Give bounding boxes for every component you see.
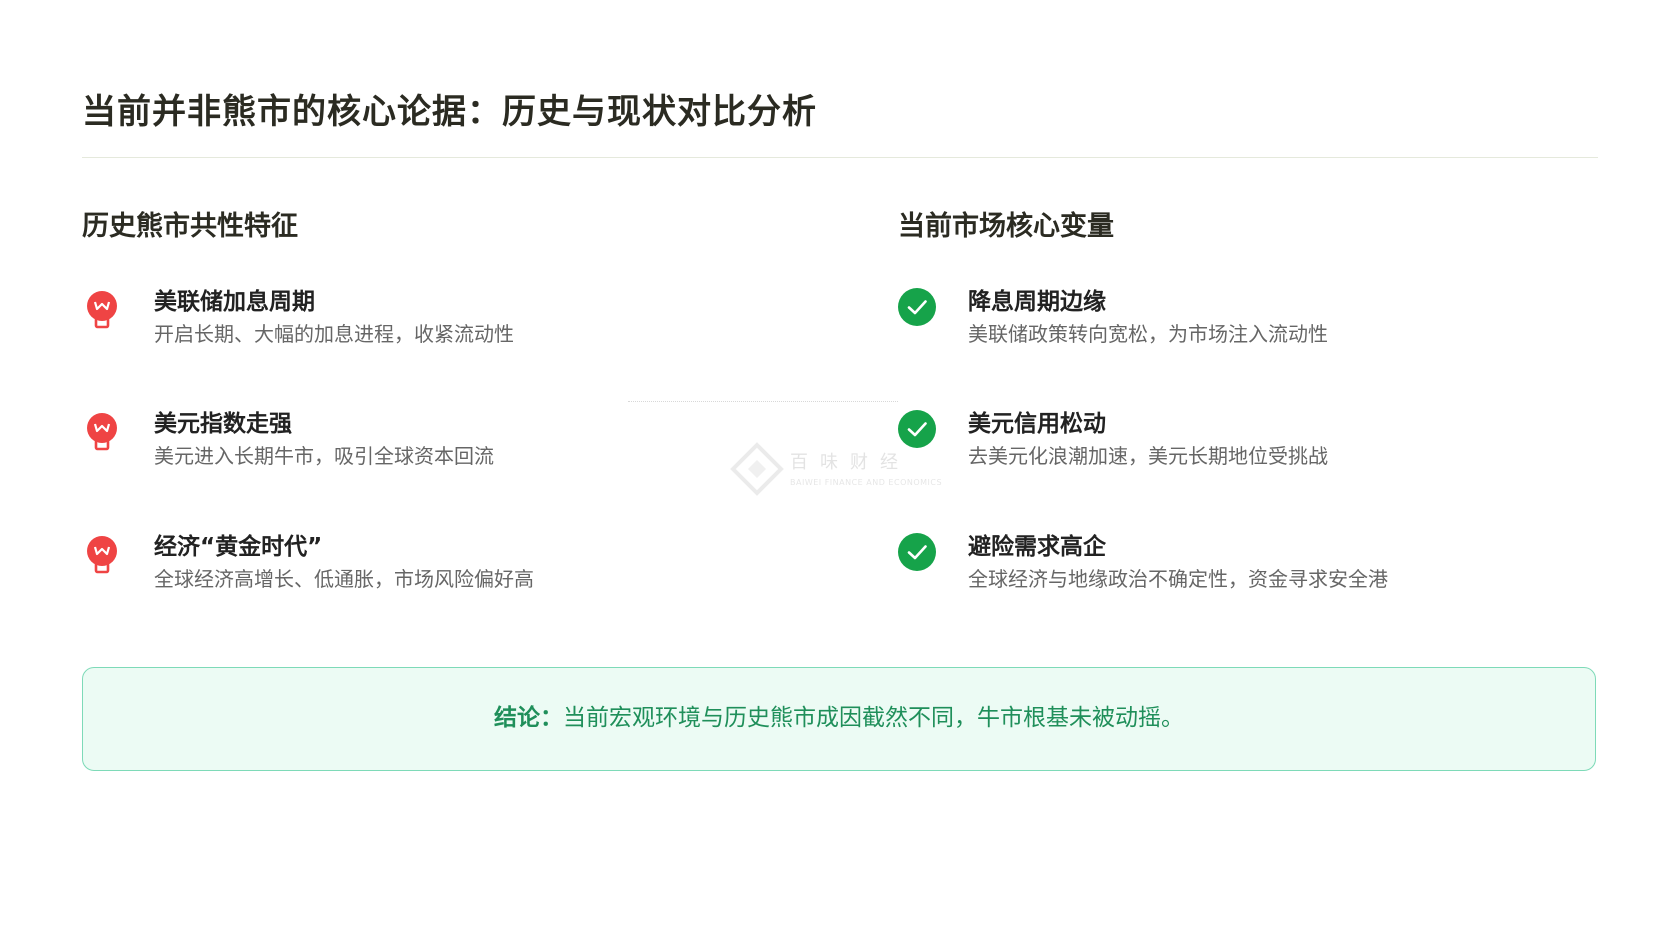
left-item-2: 美元指数走强 美元进入长期牛市，吸引全球资本回流: [84, 404, 784, 484]
watermark-logo-icon: [730, 442, 784, 496]
watermark-text: 百味财经: [790, 452, 910, 473]
right-item-2: 美元信用松动 去美元化浪潮加速，美元长期地位受挑战: [898, 404, 1598, 484]
right-item-title: 降息周期边缘: [968, 289, 1106, 315]
watermark-rule: [628, 401, 898, 402]
left-item-1: 美联储加息周期 开启长期、大幅的加息进程，收紧流动性: [84, 282, 784, 362]
left-item-desc: 美元进入长期牛市，吸引全球资本回流: [154, 444, 494, 468]
left-item-title: 经济“黄金时代”: [154, 534, 323, 560]
conclusion-label: 结论：: [494, 705, 563, 731]
left-item-title: 美联储加息周期: [154, 289, 315, 315]
alarm-icon: [84, 410, 122, 451]
right-column-heading: 当前市场核心变量: [898, 211, 1114, 242]
alarm-icon: [84, 533, 122, 574]
right-item-title: 美元信用松动: [968, 411, 1106, 437]
right-item-1: 降息周期边缘 美联储政策转向宽松，为市场注入流动性: [898, 282, 1598, 362]
page-title: 当前并非熊市的核心论据：历史与现状对比分析: [82, 92, 817, 132]
right-item-desc: 全球经济与地缘政治不确定性，资金寻求安全港: [968, 567, 1388, 591]
title-divider: [82, 157, 1598, 158]
right-item-title: 避险需求高企: [968, 534, 1106, 560]
left-item-desc: 开启长期、大幅的加息进程，收紧流动性: [154, 322, 514, 346]
left-item-desc: 全球经济高增长、低通胀，市场风险偏好高: [154, 567, 534, 591]
left-item-title: 美元指数走强: [154, 411, 292, 437]
check-icon: [898, 533, 936, 571]
conclusion-box: 结论：当前宏观环境与历史熊市成因截然不同，牛市根基未被动摇。: [82, 667, 1596, 771]
watermark: 百味财经 BAIWEI FINANCE AND ECONOMICS: [730, 440, 960, 500]
right-item-desc: 去美元化浪潮加速，美元长期地位受挑战: [968, 444, 1328, 468]
right-item-3: 避险需求高企 全球经济与地缘政治不确定性，资金寻求安全港: [898, 527, 1598, 607]
watermark-subtext: BAIWEI FINANCE AND ECONOMICS: [790, 478, 943, 487]
conclusion-text: 当前宏观环境与历史熊市成因截然不同，牛市根基未被动摇。: [563, 705, 1184, 731]
left-item-3: 经济“黄金时代” 全球经济高增长、低通胀，市场风险偏好高: [84, 527, 784, 607]
right-item-desc: 美联储政策转向宽松，为市场注入流动性: [968, 322, 1328, 346]
alarm-icon: [84, 288, 122, 329]
left-column-heading: 历史熊市共性特征: [82, 211, 298, 242]
check-icon: [898, 288, 936, 326]
